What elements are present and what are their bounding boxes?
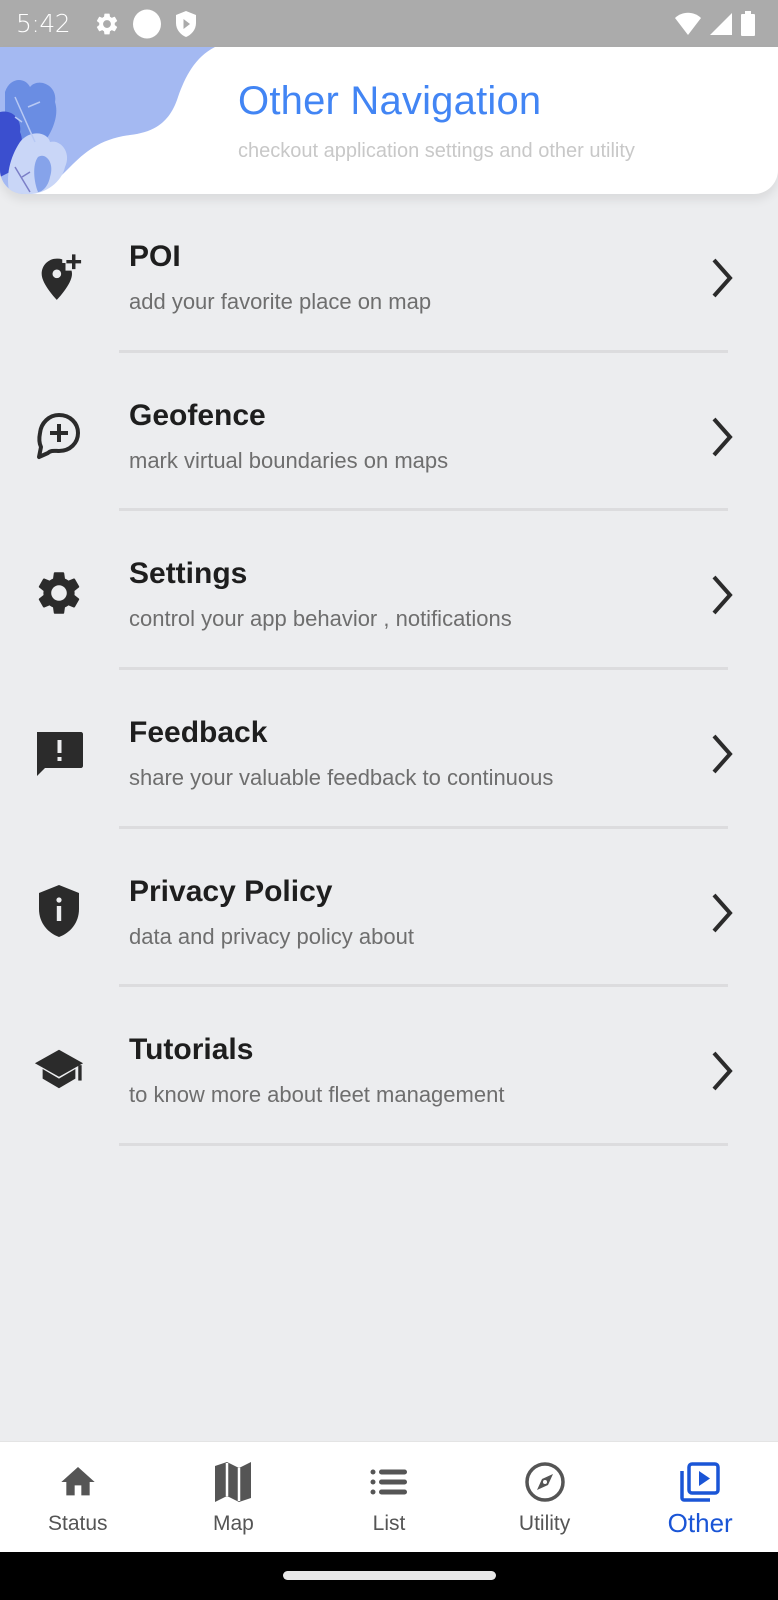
compass-icon bbox=[523, 1460, 567, 1504]
menu-item-settings[interactable]: Settings control your app behavior , not… bbox=[0, 511, 778, 671]
map-icon bbox=[211, 1460, 255, 1504]
nav-label: Map bbox=[212, 1512, 254, 1535]
nav-label: Utility bbox=[518, 1512, 571, 1535]
page-title: Other Navigation bbox=[238, 79, 542, 123]
status-time: 5:42 bbox=[16, 9, 71, 38]
shield-info-icon bbox=[33, 884, 85, 937]
divider bbox=[119, 1143, 728, 1147]
menu-item-privacy-policy[interactable]: Privacy Policy data and privacy policy a… bbox=[0, 829, 778, 988]
system-gesture-bar bbox=[0, 1552, 778, 1600]
menu-item-geofence[interactable]: Geofence mark virtual boundaries on maps bbox=[0, 353, 778, 512]
gear-icon bbox=[97, 13, 118, 34]
menu-item-subtitle: add your favorite place on map bbox=[129, 289, 432, 314]
home-icon bbox=[56, 1460, 100, 1504]
status-bar: 5:42 bbox=[0, 0, 778, 47]
nav-item-map[interactable]: Map bbox=[156, 1442, 312, 1552]
menu-item-title: Geofence bbox=[129, 398, 266, 432]
chat-add-icon bbox=[33, 409, 85, 461]
home-gesture-handle[interactable] bbox=[283, 1571, 496, 1580]
nav-item-utility[interactable]: Utility bbox=[467, 1442, 623, 1552]
nav-label: Other bbox=[667, 1508, 733, 1538]
chevron-right-icon bbox=[712, 258, 733, 298]
menu-item-subtitle: to know more about fleet management bbox=[129, 1082, 505, 1108]
bottom-navigation: Status Map List Utility Other bbox=[0, 1441, 778, 1552]
menu-item-title: Privacy Policy bbox=[129, 874, 333, 908]
menu-item-subtitle: control your app behavior , notification… bbox=[129, 606, 512, 632]
list-icon bbox=[367, 1460, 411, 1504]
feedback-icon bbox=[33, 726, 85, 778]
chevron-right-icon bbox=[712, 417, 733, 457]
menu-item-poi[interactable]: POI add your favorite place on map bbox=[0, 194, 778, 353]
shield-play-icon bbox=[176, 10, 197, 37]
header-card: Other Navigation checkout application se… bbox=[0, 47, 778, 194]
menu-item-feedback[interactable]: Feedback share your valuable feedback to… bbox=[0, 670, 778, 829]
menu-item-title: POI bbox=[129, 240, 181, 273]
nav-item-status[interactable]: Status bbox=[0, 1442, 156, 1552]
menu-item-subtitle: mark virtual boundaries on maps bbox=[129, 447, 449, 473]
battery-icon bbox=[741, 10, 755, 36]
chevron-right-icon bbox=[712, 576, 733, 615]
menu-list: POI add your favorite place on map Geofe… bbox=[0, 194, 778, 1147]
nav-label: Status bbox=[48, 1512, 108, 1535]
add-location-icon bbox=[33, 250, 85, 302]
gear-icon bbox=[33, 567, 85, 619]
page-subtitle: checkout application settings and other … bbox=[238, 140, 635, 162]
chevron-right-icon bbox=[712, 1052, 733, 1091]
school-icon bbox=[33, 1043, 85, 1095]
signal-icon bbox=[710, 12, 732, 35]
nav-item-other[interactable]: Other bbox=[622, 1442, 778, 1552]
menu-item-title: Feedback bbox=[129, 716, 268, 750]
chevron-right-icon bbox=[712, 893, 733, 933]
menu-item-subtitle: share your valuable feedback to continuo… bbox=[129, 765, 554, 791]
menu-item-tutorials[interactable]: Tutorials to know more about fleet manag… bbox=[0, 987, 778, 1147]
menu-item-subtitle: data and privacy policy about bbox=[129, 923, 414, 949]
nav-label: List bbox=[372, 1512, 406, 1535]
menu-item-title: Settings bbox=[129, 557, 248, 591]
chevron-right-icon bbox=[712, 734, 733, 774]
menu-item-title: Tutorials bbox=[129, 1033, 254, 1067]
circle-icon bbox=[133, 9, 162, 38]
video-library-icon bbox=[678, 1460, 722, 1504]
wifi-icon bbox=[675, 12, 701, 35]
leaf-illustration bbox=[0, 47, 215, 194]
nav-item-list[interactable]: List bbox=[311, 1442, 467, 1552]
